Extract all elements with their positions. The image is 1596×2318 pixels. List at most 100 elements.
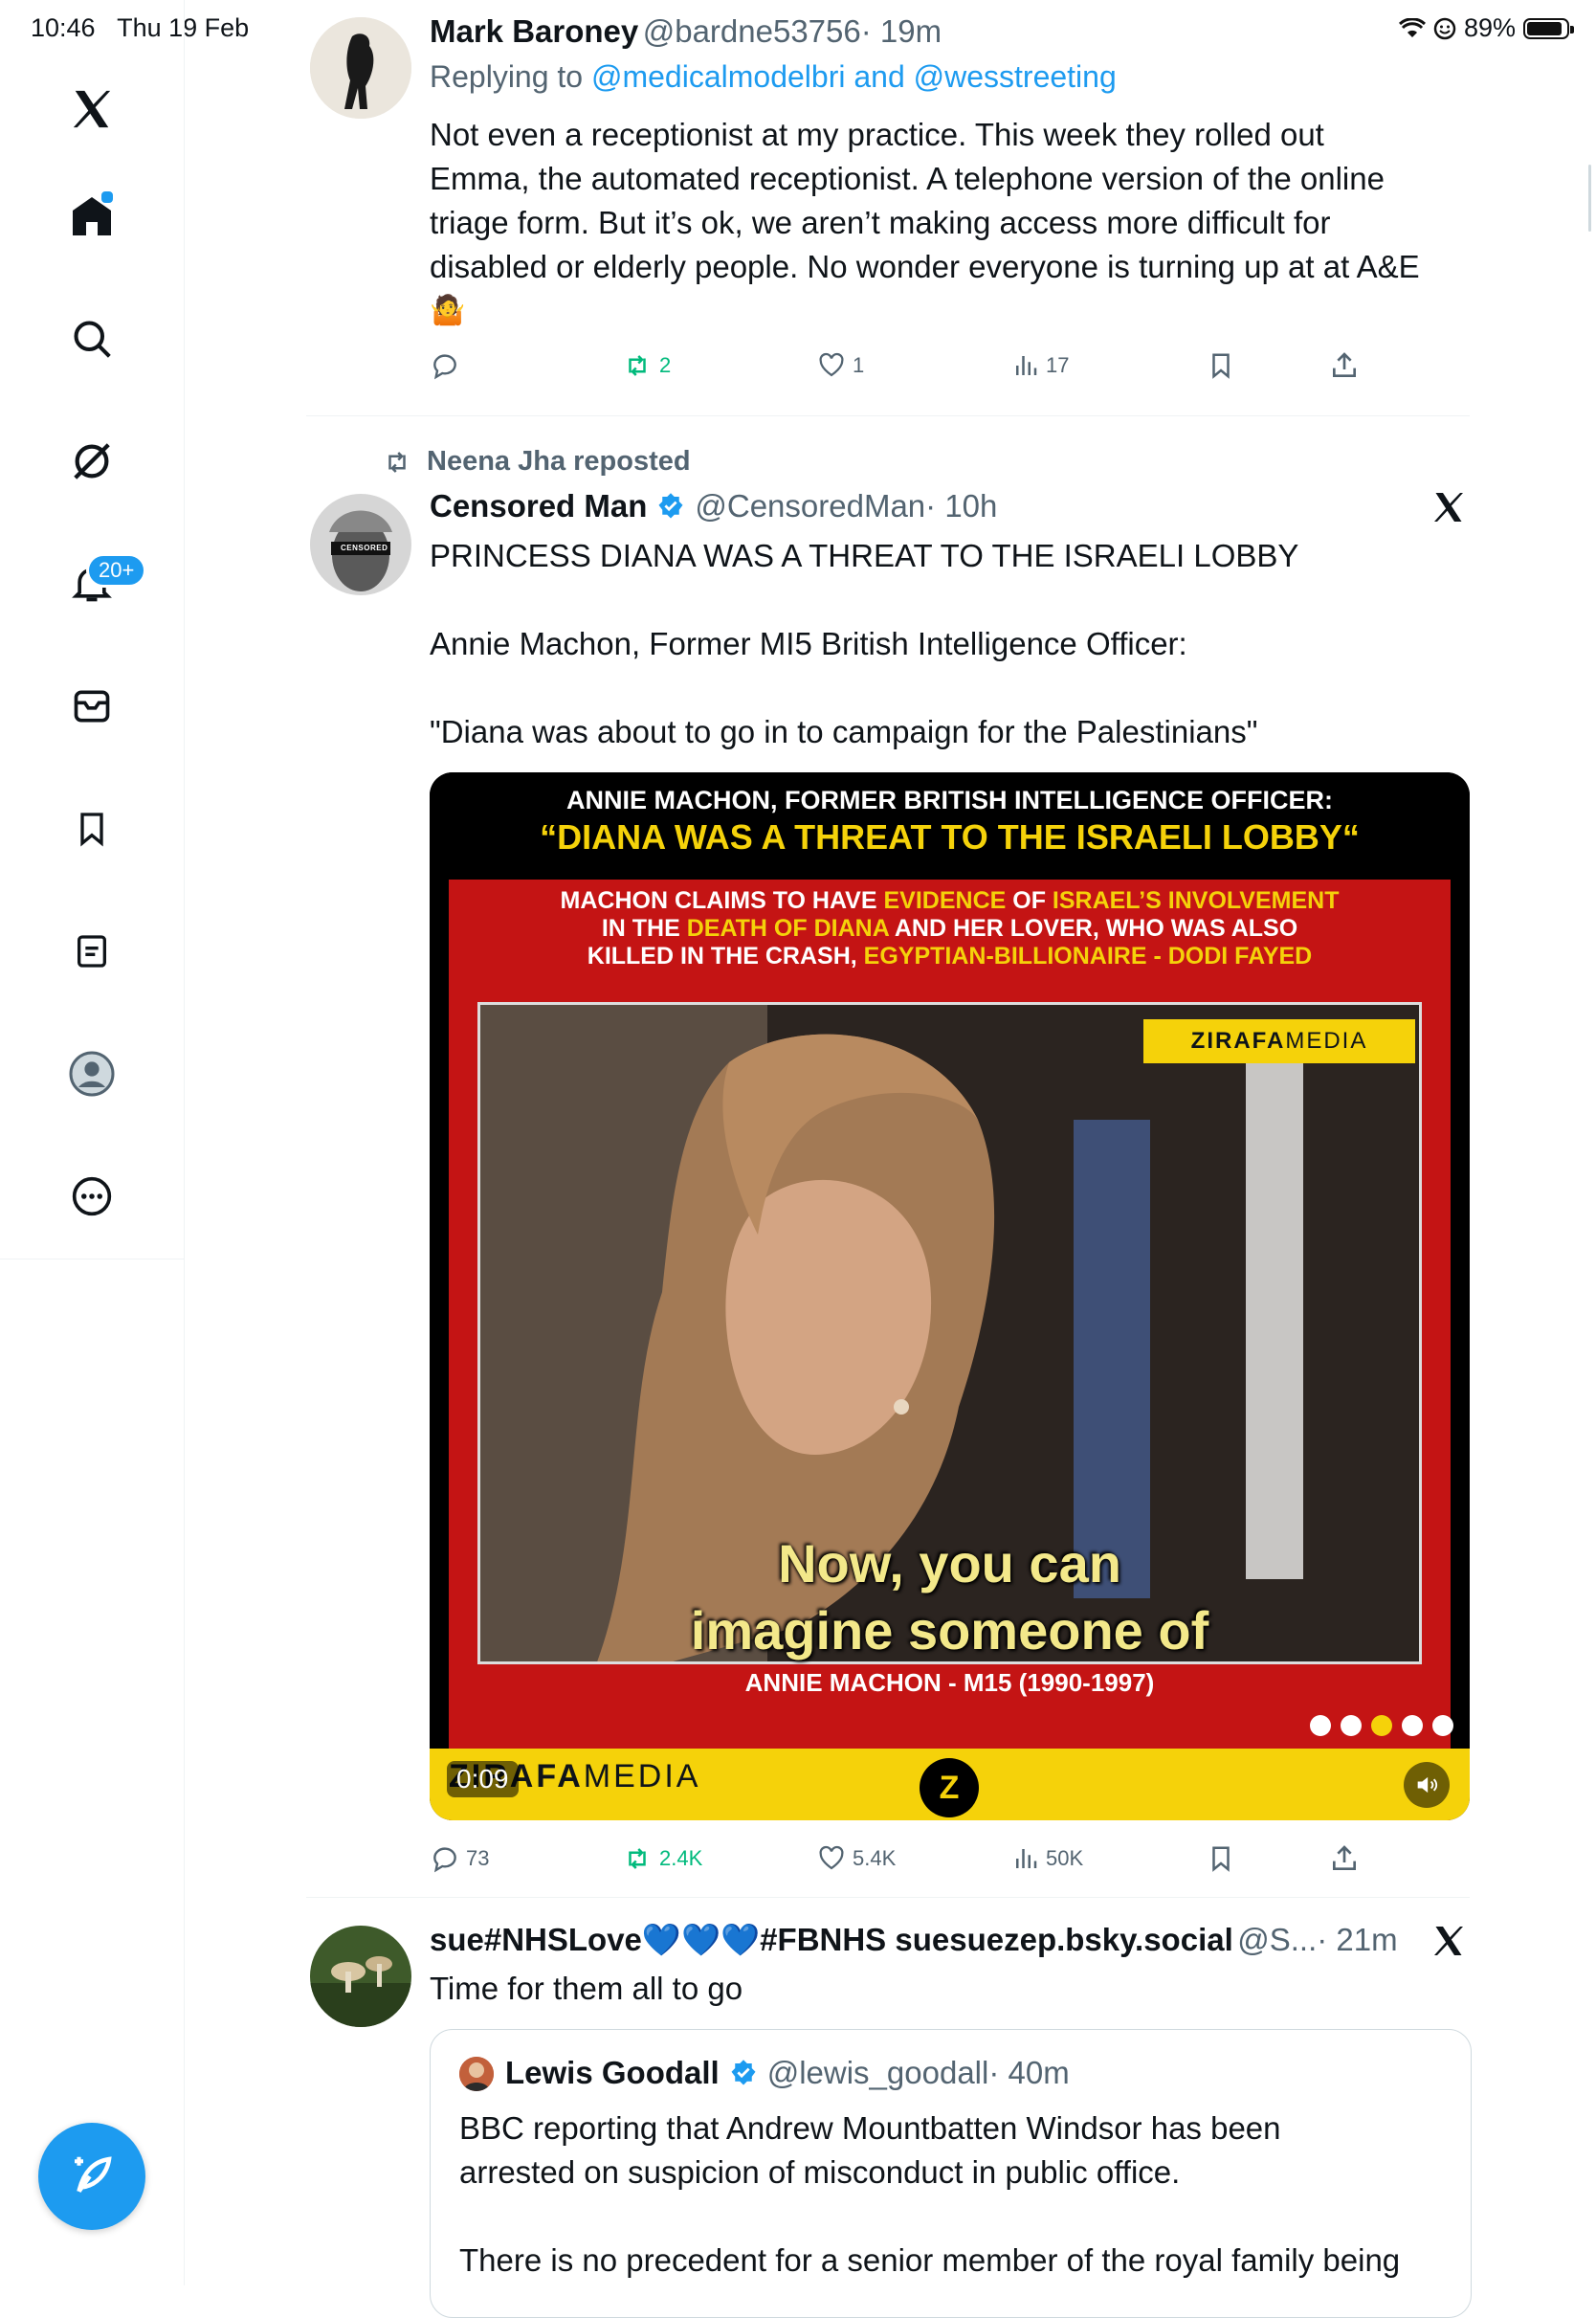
views-icon: [1016, 356, 1037, 375]
mute-button[interactable]: [1404, 1762, 1450, 1808]
battery-icon: [1523, 17, 1574, 39]
views-count: 50K: [1046, 1846, 1084, 1870]
views-button[interactable]: 17: [1011, 351, 1069, 380]
like-button[interactable]: 5.4K: [816, 1844, 896, 1873]
bookmark-button[interactable]: [1207, 1843, 1235, 1874]
author-name[interactable]: Censored Man: [430, 488, 647, 524]
tweet-time: · 10h: [925, 488, 998, 524]
author-handle[interactable]: @S...: [1237, 1922, 1317, 1957]
scrollbar[interactable]: [1588, 165, 1591, 232]
views-count: 17: [1046, 353, 1070, 377]
tweet-actions: 2 1 17: [430, 346, 1470, 385]
tweet-divider: [306, 1897, 1470, 1898]
like-count: 5.4K: [853, 1846, 897, 1870]
heart-icon: [819, 1845, 844, 1870]
views-button[interactable]: 50K: [1011, 1844, 1083, 1873]
tweet-header: Censored Man @CensoredMan · 10h: [430, 488, 997, 524]
tweet-header: sue#NHSLove💙💙💙#FBNHS suesuezep.bsky.soci…: [430, 1922, 1398, 1959]
messages-icon[interactable]: [61, 676, 122, 737]
author-name[interactable]: Mark Baroney: [430, 13, 638, 49]
quote-avatar: [459, 2057, 494, 2091]
share-icon: [1333, 352, 1356, 377]
verified-badge-icon: [731, 2060, 756, 2085]
tweet-time: · 19m: [860, 13, 942, 49]
reply-button[interactable]: 73: [430, 1843, 489, 1874]
repost-label: Neena Jha reposted: [427, 446, 691, 477]
shrug-emoji: 🤷: [430, 295, 466, 326]
battery-percent: 89%: [1463, 13, 1516, 42]
compose-button[interactable]: [38, 2123, 145, 2230]
tweet-actions: 73 2.4K 5.4K 50K: [430, 1839, 1470, 1878]
quote-time: · 40m: [988, 2055, 1070, 2090]
compose-feather-icon: [75, 2156, 112, 2194]
x-source-icon: [1431, 490, 1466, 529]
views-icon: [1016, 1849, 1037, 1868]
share-icon: [1333, 1845, 1356, 1870]
tweet-text: PRINCESS DIANA WAS A THREAT TO THE ISRAE…: [430, 538, 1299, 749]
home-new-dot: [100, 189, 115, 205]
video-timestamp: 0:09: [447, 1761, 519, 1797]
video-subtitle: Now, you can imagine someone of: [690, 1533, 1209, 1660]
bookmarks-icon[interactable]: [61, 798, 122, 859]
tweet-time: · 21m: [1317, 1922, 1398, 1957]
carousel-dots: [1310, 1715, 1453, 1736]
repost-button[interactable]: 2: [621, 351, 671, 380]
repost-count: 2: [659, 353, 672, 377]
quote-text: BBC reporting that Andrew Mountbatten Wi…: [459, 2110, 1401, 2278]
status-indicators: 89%: [1398, 13, 1574, 43]
grok-icon[interactable]: [61, 431, 122, 492]
tweet-divider: [306, 415, 1470, 416]
author-handle[interactable]: @bardne53756: [643, 13, 861, 49]
video-lower-third: ANNIE MACHON - M15 (1990-1997): [744, 1668, 1155, 1697]
home-icon[interactable]: [61, 186, 122, 247]
zirafa-watermark: ZIRAFA MEDIA: [1143, 1019, 1415, 1063]
author-name[interactable]: sue#NHSLove💙💙💙#FBNHS suesuezep.bsky.soci…: [430, 1922, 1233, 1957]
avatar[interactable]: [310, 17, 411, 119]
quote-author-handle: @lewis_goodall: [766, 2055, 989, 2090]
quoted-tweet[interactable]: Lewis Goodall @lewis_goodall · 40m BBC re…: [430, 2029, 1472, 2318]
verified-badge-icon: [658, 493, 683, 519]
search-icon[interactable]: [61, 308, 122, 369]
repost-icon: [629, 1848, 646, 1869]
zirafa-logo-icon: Z: [920, 1758, 979, 1817]
heart-icon: [819, 352, 844, 377]
repost-icon: [388, 451, 406, 473]
share-button[interactable]: [1329, 1843, 1360, 1874]
sidebar-divider: [184, 1259, 185, 2285]
notifications-badge: 20+: [86, 553, 147, 588]
repost-button[interactable]: 2.4K: [621, 1844, 702, 1873]
video-headline: ANNIE MACHON, FORMER BRITISH INTELLIGENC…: [430, 772, 1470, 876]
quote-header: Lewis Goodall @lewis_goodall · 40m: [505, 2055, 1070, 2091]
bookmark-button[interactable]: [1207, 350, 1235, 381]
more-icon[interactable]: [61, 1166, 122, 1227]
bookmark-icon: [1212, 353, 1230, 379]
bookmark-icon: [1212, 1846, 1230, 1872]
repost-icon: [629, 355, 646, 376]
reply-button[interactable]: [430, 350, 460, 381]
tweet-header: Mark Baroney @bardne53756· 19m: [430, 13, 942, 50]
share-button[interactable]: [1329, 350, 1360, 381]
tweet-text: Not even a receptionist at my practice. …: [430, 113, 1482, 333]
author-handle[interactable]: @CensoredMan: [695, 488, 925, 524]
tweet-text: Time for them all to go: [430, 1971, 743, 2006]
reply-icon: [433, 1847, 456, 1873]
video-red-caption: MACHON CLAIMS TO HAVE EVIDENCE OF ISRAEL…: [560, 887, 1340, 970]
replying-to: Replying to @medicalmodelbri and @wesstr…: [430, 59, 1117, 94]
repost-context[interactable]: Neena Jha reposted: [381, 446, 691, 478]
x-logo-icon[interactable]: [61, 78, 122, 140]
like-button[interactable]: 1: [816, 351, 864, 380]
like-count: 1: [853, 353, 865, 377]
quote-author-name: Lewis Goodall: [505, 2055, 720, 2090]
wifi-icon: [1398, 17, 1426, 37]
video-player[interactable]: ANNIE MACHON, FORMER BRITISH INTELLIGENC…: [430, 772, 1470, 1820]
x-source-icon: [1431, 1924, 1466, 1963]
avatar[interactable]: CENSORED: [310, 494, 411, 595]
lists-icon[interactable]: [61, 921, 122, 982]
profile-icon[interactable]: [61, 1043, 122, 1104]
replying-to-link[interactable]: @medicalmodelbri and @wesstreeting: [591, 59, 1117, 94]
avatar-label: CENSORED: [341, 544, 388, 552]
focus-icon: [1433, 17, 1456, 39]
repost-count: 2.4K: [659, 1846, 703, 1870]
reply-icon: [433, 354, 456, 380]
avatar[interactable]: [310, 1926, 411, 2027]
